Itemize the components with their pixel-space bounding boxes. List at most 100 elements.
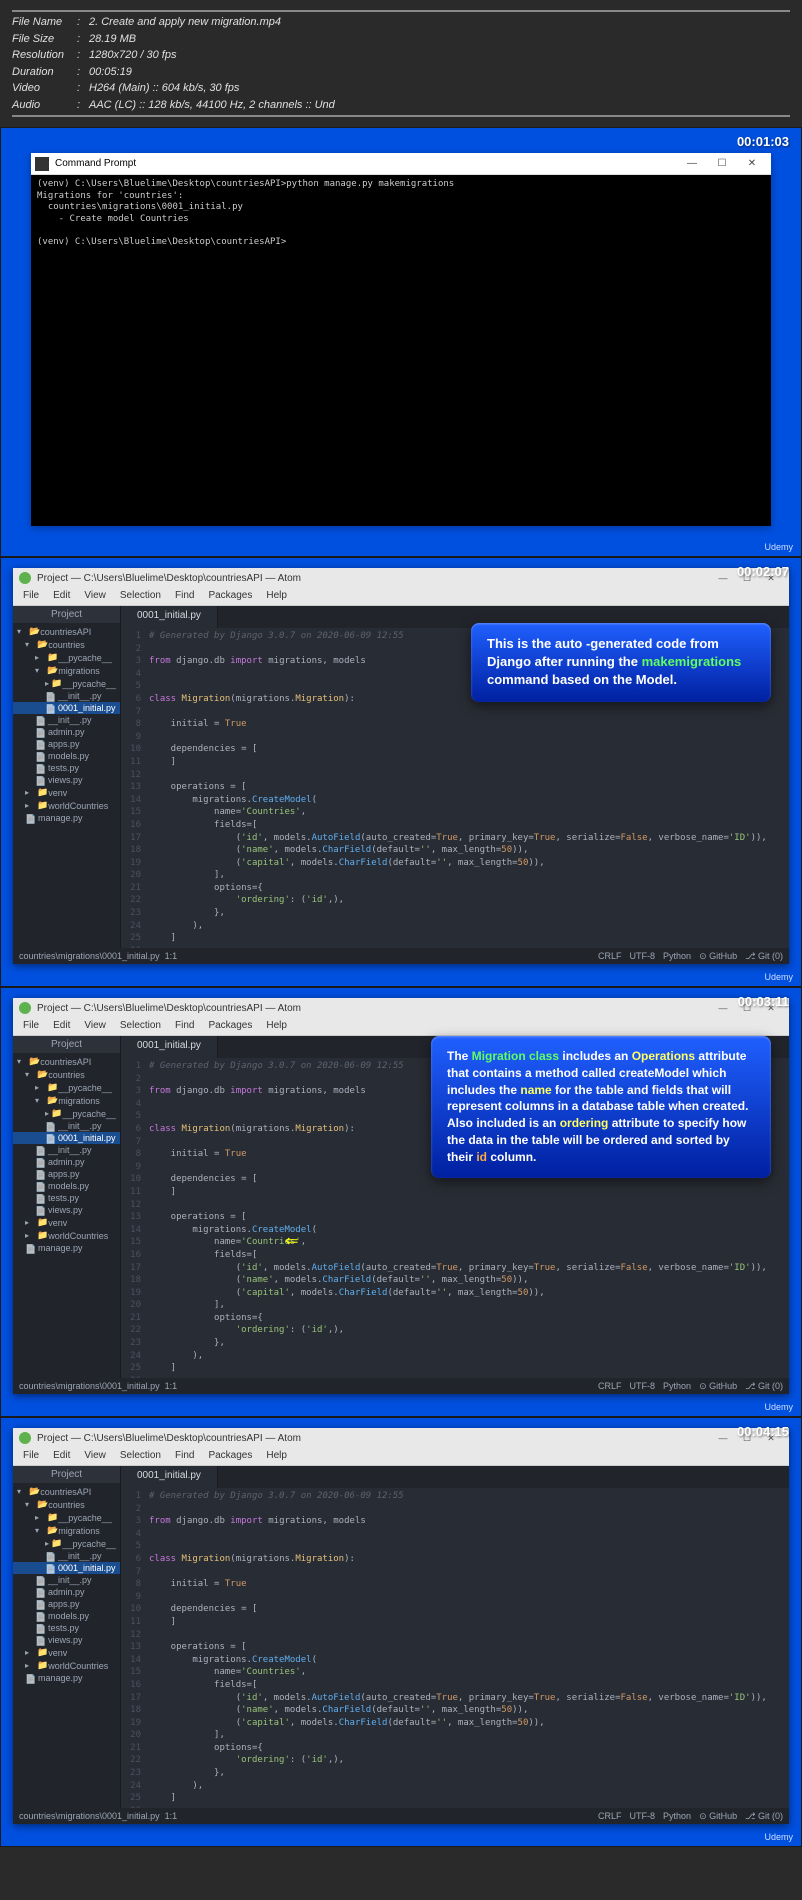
menu-selection[interactable]: Selection (114, 588, 167, 605)
tree-item-worldCountries[interactable]: 📁 worldCountries (13, 1229, 120, 1242)
tree-item-views-py[interactable]: 📄views.py (13, 1204, 120, 1216)
status-github[interactable]: ⊙ GitHub (699, 951, 737, 962)
tree-item---pycache--[interactable]: 📁 __pycache__ (13, 1081, 120, 1094)
status-git[interactable]: ⎇ Git (0) (745, 1811, 783, 1822)
cmd-titlebar[interactable]: Command Prompt — ☐ ✕ (31, 153, 771, 175)
status-github[interactable]: ⊙ GitHub (699, 1811, 737, 1822)
tree-item-tests-py[interactable]: 📄tests.py (13, 762, 120, 774)
tree-item-countriesAPI[interactable]: 📂 countriesAPI (13, 1485, 120, 1498)
tree-item---pycache--[interactable]: 📁 __pycache__ (13, 651, 120, 664)
tree-item-migrations[interactable]: 📂 migrations (13, 664, 120, 677)
status-path[interactable]: countries\migrations\0001_initial.py (19, 1811, 160, 1821)
tree-item---pycache--[interactable]: 📁 __pycache__ (13, 1511, 120, 1524)
menu-help[interactable]: Help (260, 1448, 293, 1465)
tree-item-views-py[interactable]: 📄views.py (13, 774, 120, 786)
menu-file[interactable]: File (17, 588, 45, 605)
status-path[interactable]: countries\migrations\0001_initial.py (19, 951, 160, 961)
tree-item-models-py[interactable]: 📄models.py (13, 1180, 120, 1192)
tree-item-admin-py[interactable]: 📄admin.py (13, 726, 120, 738)
menu-packages[interactable]: Packages (202, 588, 258, 605)
tree-item-views-py[interactable]: 📄views.py (13, 1634, 120, 1646)
status-encoding[interactable]: UTF-8 (630, 1811, 656, 1822)
status-encoding[interactable]: UTF-8 (630, 951, 656, 962)
cmd-terminal-output[interactable]: (venv) C:\Users\Bluelime\Desktop\countri… (31, 175, 771, 526)
menu-find[interactable]: Find (169, 1448, 200, 1465)
status-git[interactable]: ⎇ Git (0) (745, 951, 783, 962)
menu-find[interactable]: Find (169, 1018, 200, 1035)
tree-item-apps-py[interactable]: 📄apps.py (13, 1598, 120, 1610)
tree-item-0001-initial-py[interactable]: 📄0001_initial.py (13, 702, 120, 714)
tree-item-countries[interactable]: 📂 countries (13, 638, 120, 651)
tree-item-worldCountries[interactable]: 📁 worldCountries (13, 799, 120, 812)
menu-edit[interactable]: Edit (47, 1448, 76, 1465)
tree-item---init---py[interactable]: 📄__init__.py (13, 1120, 120, 1132)
tree-item-models-py[interactable]: 📄models.py (13, 1610, 120, 1622)
tree-item---init---py[interactable]: 📄__init__.py (13, 1574, 120, 1586)
tree-item-manage-py[interactable]: 📄manage.py (13, 812, 120, 824)
status-crlf[interactable]: CRLF (598, 1381, 622, 1392)
tree-item-countries[interactable]: 📂 countries (13, 1068, 120, 1081)
tree-item-venv[interactable]: 📁 venv (13, 1216, 120, 1229)
tree-item-countriesAPI[interactable]: 📂 countriesAPI (13, 625, 120, 638)
tree-item-countriesAPI[interactable]: 📂 countriesAPI (13, 1055, 120, 1068)
tree-item-worldCountries[interactable]: 📁 worldCountries (13, 1659, 120, 1672)
tree-item-models-py[interactable]: 📄models.py (13, 750, 120, 762)
status-path[interactable]: countries\migrations\0001_initial.py (19, 1381, 160, 1391)
status-crlf[interactable]: CRLF (598, 1811, 622, 1822)
project-sidebar[interactable]: Project 📂 countriesAPI📂 countries📁 __pyc… (13, 606, 121, 948)
tree-item-venv[interactable]: 📁 venv (13, 786, 120, 799)
atom-titlebar[interactable]: Project — C:\Users\Bluelime\Desktop\coun… (13, 568, 789, 588)
status-cursor[interactable]: 1:1 (165, 1381, 178, 1391)
tree-item---pycache--[interactable]: 📁 __pycache__ (13, 677, 120, 690)
status-language[interactable]: Python (663, 1381, 691, 1392)
tree-item-0001-initial-py[interactable]: 📄0001_initial.py (13, 1562, 120, 1574)
tree-item-countries[interactable]: 📂 countries (13, 1498, 120, 1511)
tree-item---pycache--[interactable]: 📁 __pycache__ (13, 1107, 120, 1120)
status-language[interactable]: Python (663, 951, 691, 962)
menu-selection[interactable]: Selection (114, 1448, 167, 1465)
maximize-button[interactable]: ☐ (707, 158, 737, 169)
tree-item-migrations[interactable]: 📂 migrations (13, 1094, 120, 1107)
minimize-button[interactable]: — (711, 1433, 735, 1443)
menu-packages[interactable]: Packages (202, 1448, 258, 1465)
editor-tab[interactable]: 0001_initial.py (121, 1466, 218, 1488)
menu-help[interactable]: Help (260, 1018, 293, 1035)
menu-edit[interactable]: Edit (47, 588, 76, 605)
menu-edit[interactable]: Edit (47, 1018, 76, 1035)
status-git[interactable]: ⎇ Git (0) (745, 1381, 783, 1392)
project-sidebar[interactable]: Project 📂 countriesAPI📂 countries📁 __pyc… (13, 1036, 121, 1378)
editor-tab[interactable]: 0001_initial.py (121, 606, 218, 628)
tree-item-migrations[interactable]: 📂 migrations (13, 1524, 120, 1537)
close-button[interactable]: ✕ (737, 158, 767, 169)
status-github[interactable]: ⊙ GitHub (699, 1381, 737, 1392)
menu-selection[interactable]: Selection (114, 1018, 167, 1035)
tree-item-0001-initial-py[interactable]: 📄0001_initial.py (13, 1132, 120, 1144)
minimize-button[interactable]: — (677, 158, 707, 169)
tree-item---pycache--[interactable]: 📁 __pycache__ (13, 1537, 120, 1550)
menu-packages[interactable]: Packages (202, 1018, 258, 1035)
menu-view[interactable]: View (78, 588, 112, 605)
tree-item-manage-py[interactable]: 📄manage.py (13, 1672, 120, 1684)
editor-tab[interactable]: 0001_initial.py (121, 1036, 218, 1058)
file-tree[interactable]: 📂 countriesAPI📂 countries📁 __pycache__📂 … (13, 623, 120, 948)
menu-file[interactable]: File (17, 1018, 45, 1035)
status-cursor[interactable]: 1:1 (165, 1811, 178, 1821)
status-crlf[interactable]: CRLF (598, 951, 622, 962)
tree-item---init---py[interactable]: 📄__init__.py (13, 1550, 120, 1562)
atom-titlebar[interactable]: Project — C:\Users\Bluelime\Desktop\coun… (13, 1428, 789, 1448)
file-tree[interactable]: 📂 countriesAPI📂 countries📁 __pycache__📂 … (13, 1483, 120, 1808)
status-encoding[interactable]: UTF-8 (630, 1381, 656, 1392)
tree-item-admin-py[interactable]: 📄admin.py (13, 1156, 120, 1168)
code-text[interactable]: # Generated by Django 3.0.7 on 2020-06-0… (145, 1488, 789, 1808)
file-tree[interactable]: 📂 countriesAPI📂 countries📁 __pycache__📂 … (13, 1053, 120, 1378)
tree-item-apps-py[interactable]: 📄apps.py (13, 1168, 120, 1180)
tree-item---init---py[interactable]: 📄__init__.py (13, 714, 120, 726)
tree-item-venv[interactable]: 📁 venv (13, 1646, 120, 1659)
menu-file[interactable]: File (17, 1448, 45, 1465)
tree-item-tests-py[interactable]: 📄tests.py (13, 1622, 120, 1634)
tree-item-admin-py[interactable]: 📄admin.py (13, 1586, 120, 1598)
status-cursor[interactable]: 1:1 (165, 951, 178, 961)
status-language[interactable]: Python (663, 1811, 691, 1822)
atom-titlebar[interactable]: Project — C:\Users\Bluelime\Desktop\coun… (13, 998, 789, 1018)
tree-item---init---py[interactable]: 📄__init__.py (13, 1144, 120, 1156)
